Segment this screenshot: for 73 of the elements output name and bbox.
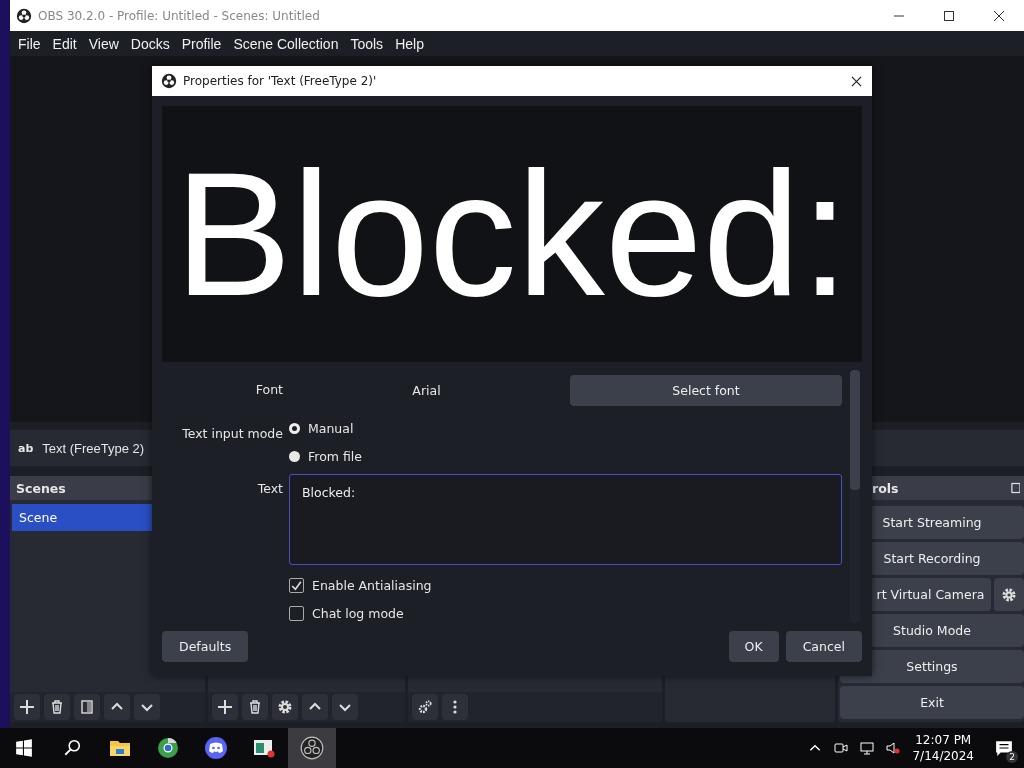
search-icon[interactable]: [63, 739, 81, 757]
gears-icon: [417, 699, 433, 715]
camera-icon[interactable]: [834, 741, 849, 755]
advanced-audio-button[interactable]: [412, 694, 438, 720]
font-name: Arial: [411, 382, 442, 400]
menu-item[interactable]: Docks: [124, 35, 176, 52]
delete-button[interactable]: [44, 694, 70, 720]
properties-button[interactable]: [272, 694, 298, 720]
gear-icon: [277, 699, 293, 715]
dock-title: Scenes: [16, 480, 66, 496]
add-button[interactable]: [212, 694, 238, 720]
maximize-icon[interactable]: [943, 9, 955, 22]
move-down-button[interactable]: [332, 694, 358, 720]
radio-button[interactable]: [289, 422, 300, 434]
filter-button[interactable]: [74, 694, 100, 720]
game-controller-icon: [204, 736, 228, 760]
text-source-icon: ab: [18, 441, 34, 455]
radio-button[interactable]: [289, 450, 300, 462]
menu-item[interactable]: Tools: [344, 35, 390, 52]
notification-count: 2: [1006, 751, 1018, 763]
menu-item[interactable]: Edit: [46, 35, 83, 52]
menu-item[interactable]: Profile: [175, 35, 228, 52]
obs-logo-icon: [161, 73, 177, 89]
add-button[interactable]: [14, 694, 40, 720]
browser-icon: [156, 736, 180, 760]
more-options-button[interactable]: [442, 694, 468, 720]
trash-icon: [49, 699, 65, 715]
radio-label: Manual: [308, 420, 354, 436]
radio-label: From file: [308, 448, 362, 464]
trash-icon: [247, 699, 263, 715]
muted-speaker-icon[interactable]: [886, 741, 901, 755]
menu-item[interactable]: Scene Collection: [227, 35, 345, 52]
window-title: OBS 30.2.0 - Profile: Untitled - Scenes: Untitled: [38, 8, 320, 23]
defaults-button[interactable]: Defaults: [162, 631, 249, 662]
ok-button[interactable]: OK: [728, 631, 779, 662]
menu-item[interactable]: Help: [389, 35, 430, 52]
field-label: Text input mode: [181, 425, 283, 441]
network-icon[interactable]: [860, 741, 875, 755]
close-icon[interactable]: [851, 75, 862, 87]
dock-title: rols: [872, 480, 899, 496]
obs-logo-icon: [300, 736, 324, 760]
cancel-button[interactable]: Cancel: [785, 631, 862, 662]
delete-button[interactable]: [242, 694, 268, 720]
menu-item[interactable]: View: [82, 35, 125, 52]
close-icon[interactable]: [993, 9, 1005, 22]
plus-icon: [217, 699, 233, 715]
gear-icon: [1001, 586, 1017, 603]
checkbox-label: Chat log mode: [312, 605, 404, 621]
field-label: Text: [256, 480, 283, 496]
move-up-button[interactable]: [104, 694, 130, 720]
settings-button[interactable]: [994, 578, 1024, 611]
select-font-button[interactable]: Select font: [570, 375, 842, 406]
taskbar-app[interactable]: [288, 728, 336, 768]
clock-date[interactable]: 7/14/2024: [912, 748, 974, 764]
field-label: Font: [254, 381, 283, 397]
source-name: Text (FreeType 2): [42, 440, 145, 456]
preview-text: Blocked:: [174, 146, 850, 322]
obs-logo-icon: [16, 7, 32, 24]
windows-start-icon[interactable]: [15, 739, 33, 757]
checkbox[interactable]: [289, 605, 304, 621]
menu-item[interactable]: File: [12, 35, 47, 52]
undock-icon[interactable]: [1011, 482, 1020, 494]
plus-icon: [19, 699, 35, 715]
filter-icon: [79, 699, 95, 715]
move-down-button[interactable]: [134, 694, 160, 720]
control-button[interactable]: Exit: [840, 686, 1024, 719]
dialog-title: Properties for 'Text (FreeType 2)': [183, 74, 377, 88]
text-input-field[interactable]: Blocked:: [289, 474, 842, 565]
checkbox[interactable]: [289, 577, 304, 593]
scrollbar[interactable]: [850, 370, 860, 623]
move-up-button[interactable]: [302, 694, 328, 720]
checkbox-label: Enable Antialiasing: [312, 577, 432, 593]
clock-time[interactable]: 12:07 PM: [915, 732, 972, 748]
